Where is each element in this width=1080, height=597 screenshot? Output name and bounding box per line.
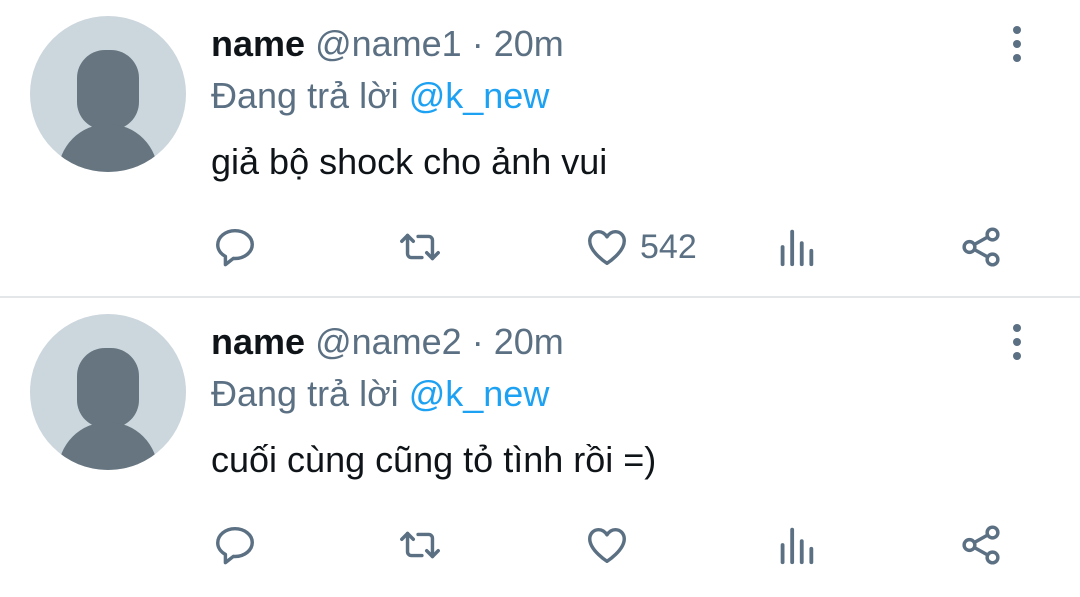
- tweet-header: name @name2 · 20m: [211, 320, 564, 364]
- like-button[interactable]: 542: [584, 222, 697, 272]
- analytics-icon: [780, 229, 814, 267]
- analytics-button[interactable]: [773, 520, 819, 570]
- action-bar: 542: [0, 222, 1080, 272]
- share-button[interactable]: [958, 222, 1004, 272]
- retweet-icon: [400, 233, 440, 261]
- user-handle[interactable]: @name2: [315, 321, 462, 362]
- separator-dot: ·: [471, 23, 484, 64]
- reply-icon: [216, 228, 254, 267]
- heart-icon: [588, 229, 626, 266]
- share-icon: [962, 227, 1000, 267]
- timestamp[interactable]: 20m: [494, 321, 564, 362]
- separator-dot: ·: [471, 321, 484, 362]
- tweet[interactable]: name @name1 · 20m Đang trả lời @k_new gi…: [0, 0, 1080, 296]
- avatar[interactable]: [30, 16, 186, 172]
- avatar[interactable]: [30, 314, 186, 470]
- action-bar: [0, 520, 1080, 570]
- share-button[interactable]: [958, 520, 1004, 570]
- like-count: 542: [640, 227, 697, 266]
- replying-to-label: Đang trả lời: [211, 373, 399, 414]
- reply-button[interactable]: [212, 520, 258, 570]
- retweet-icon: [400, 531, 440, 559]
- reply-button[interactable]: [212, 222, 258, 272]
- avatar-body: [58, 124, 158, 172]
- tweet-header: name @name1 · 20m: [211, 22, 564, 66]
- mention-link[interactable]: @k_new: [409, 75, 550, 116]
- avatar-head: [77, 348, 139, 428]
- more-vertical-icon[interactable]: [1002, 22, 1032, 66]
- analytics-icon: [780, 527, 814, 565]
- replying-to: Đang trả lời @k_new: [211, 372, 549, 416]
- share-icon: [962, 525, 1000, 565]
- heart-icon: [588, 527, 626, 564]
- replying-to: Đang trả lời @k_new: [211, 74, 549, 118]
- more-vertical-icon[interactable]: [1002, 320, 1032, 364]
- like-button[interactable]: [584, 520, 640, 570]
- avatar-head: [77, 50, 139, 130]
- retweet-button[interactable]: [397, 520, 443, 570]
- replying-to-label: Đang trả lời: [211, 75, 399, 116]
- timestamp[interactable]: 20m: [494, 23, 564, 64]
- avatar-body: [58, 422, 158, 470]
- mention-link[interactable]: @k_new: [409, 373, 550, 414]
- analytics-button[interactable]: [773, 222, 819, 272]
- reply-icon: [216, 526, 254, 565]
- tweet[interactable]: name @name2 · 20m Đang trả lời @k_new cu…: [0, 296, 1080, 592]
- tweet-text: cuối cùng cũng tỏ tình rồi =): [211, 439, 657, 480]
- display-name[interactable]: name: [211, 23, 305, 64]
- tweet-text: giả bộ shock cho ảnh vui: [211, 141, 608, 182]
- user-handle[interactable]: @name1: [315, 23, 462, 64]
- retweet-button[interactable]: [397, 222, 443, 272]
- display-name[interactable]: name: [211, 321, 305, 362]
